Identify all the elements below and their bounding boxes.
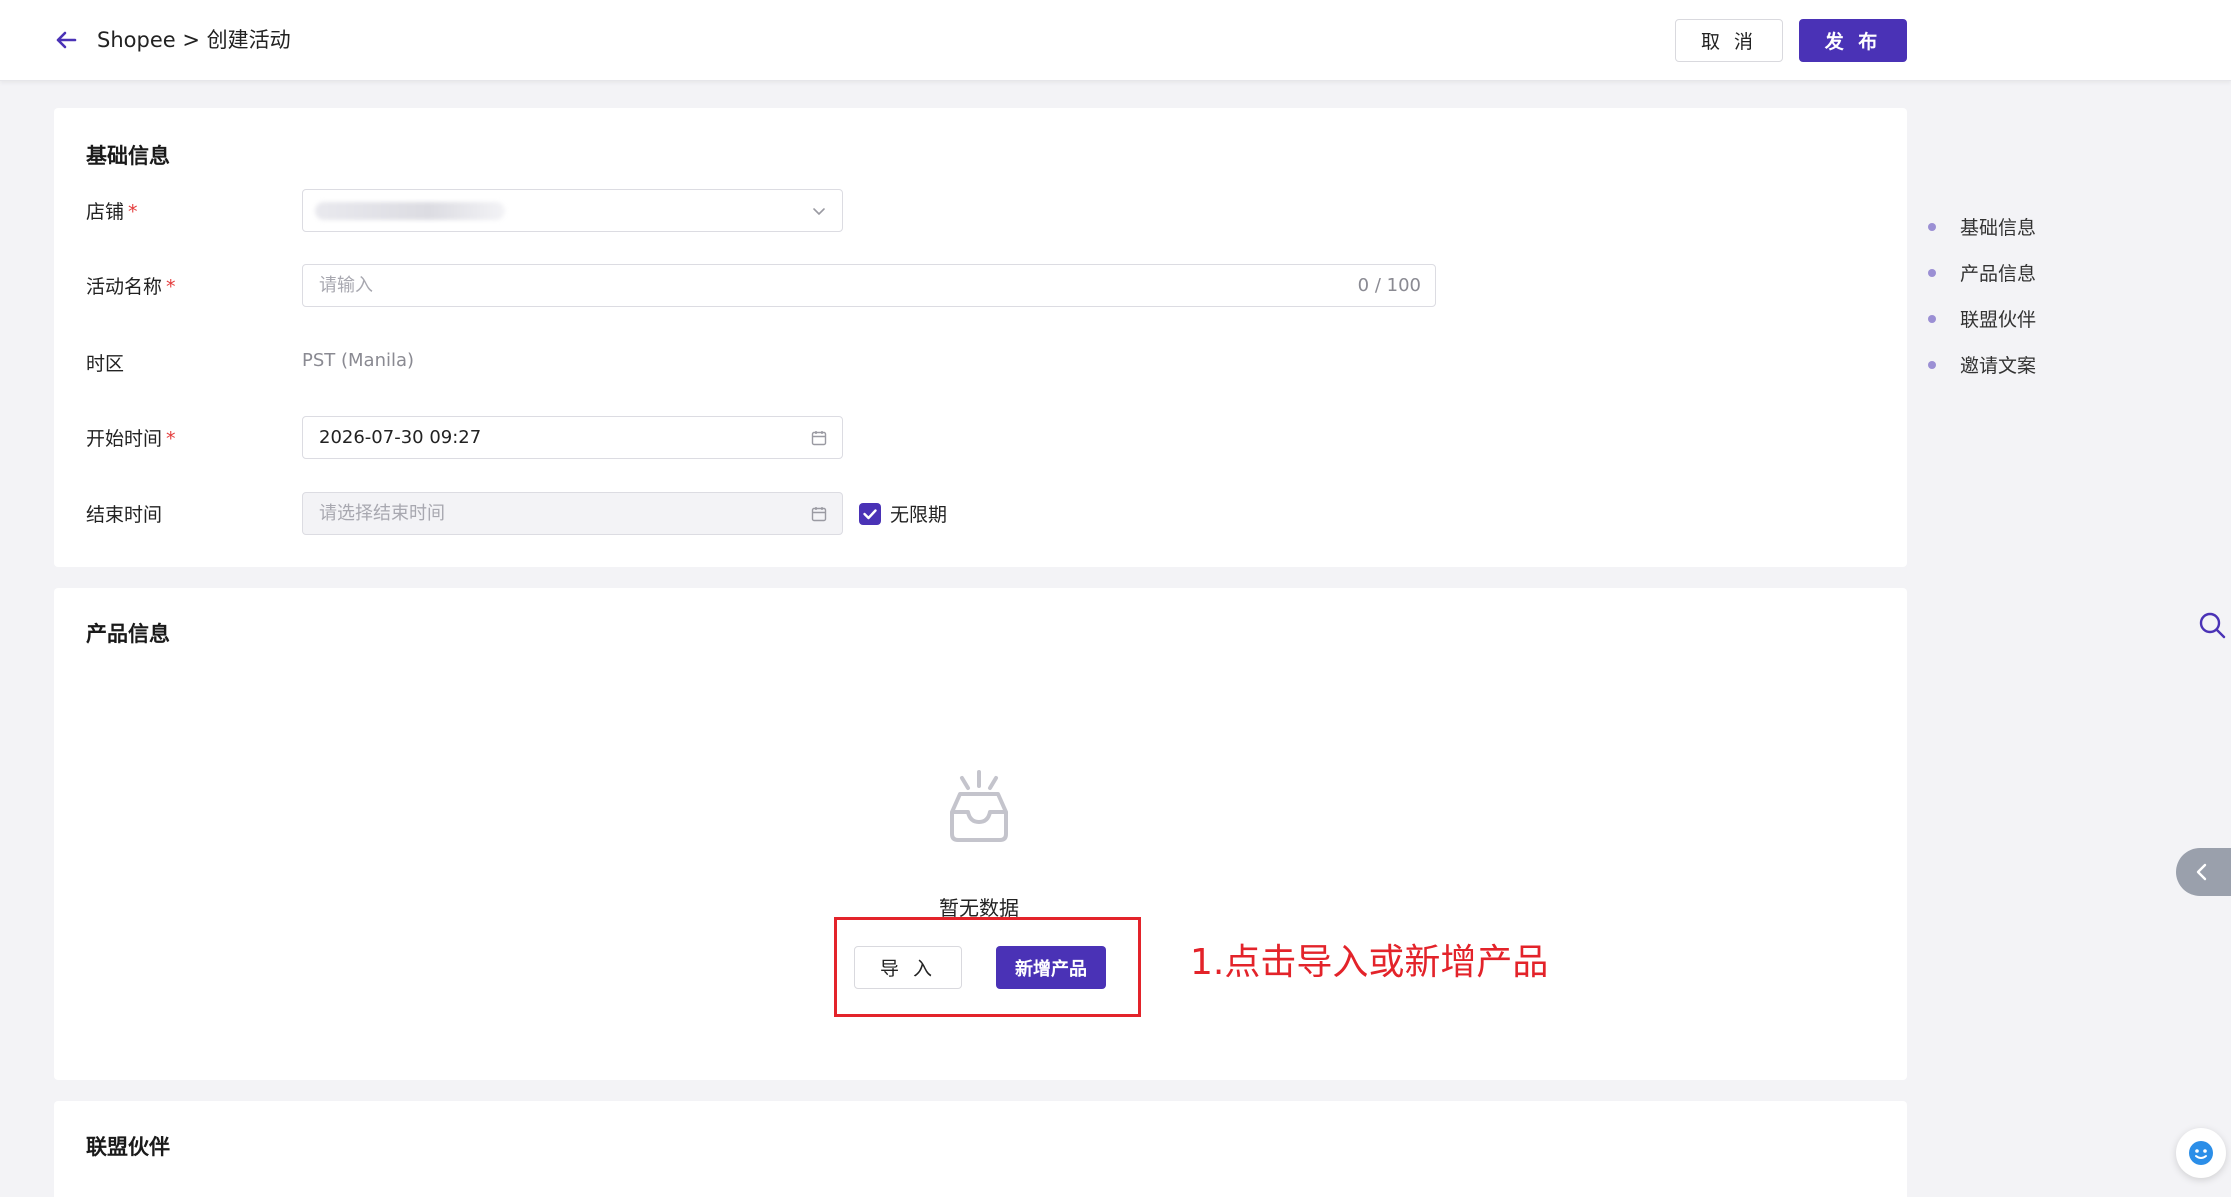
anchor-dot	[1928, 222, 1936, 231]
back-arrow-icon[interactable]	[50, 24, 82, 56]
empty-inbox-icon	[950, 770, 1008, 842]
calendar-icon	[811, 507, 827, 522]
shop-value-blurred	[315, 202, 505, 220]
end-time-placeholder: 请选择结束时间	[319, 503, 445, 524]
start-time-value: 2026-07-30 09:27	[319, 427, 482, 448]
activity-name-placeholder: 请输入	[319, 275, 373, 296]
unlimited-checkbox[interactable]	[859, 503, 881, 525]
chevron-left-icon	[2196, 863, 2207, 881]
activity-name-input[interactable]: 请输入 0 / 100	[302, 264, 1436, 307]
timezone-value: PST (Manila)	[302, 350, 415, 371]
timezone-label: 时区	[86, 353, 125, 375]
anchor-dot	[1928, 314, 1936, 323]
annotation-text: 1.点击导入或新增产品	[1190, 942, 1549, 983]
anchor-partners[interactable]: 联盟伙伴	[1928, 305, 2036, 332]
shop-select[interactable]	[302, 189, 843, 232]
product-info-card: 产品信息 暂无数据 导 入 新增产品 1.点击导入或新增产品	[54, 588, 1907, 1080]
search-icon[interactable]	[2196, 609, 2228, 641]
partners-title: 联盟伙伴	[86, 1135, 170, 1159]
partners-card: 联盟伙伴	[54, 1101, 1907, 1197]
char-counter: 0 / 100	[1357, 275, 1421, 296]
product-info-title: 产品信息	[86, 622, 170, 646]
chevron-down-icon	[813, 208, 825, 216]
unlimited-label[interactable]: 无限期	[890, 500, 947, 527]
side-panel-toggle[interactable]	[2176, 848, 2231, 896]
assistant-face-icon	[2189, 1141, 2213, 1165]
anchor-dot	[1928, 360, 1936, 369]
start-time-picker[interactable]: 2026-07-30 09:27	[302, 416, 843, 459]
cancel-button[interactable]: 取 消	[1675, 19, 1783, 62]
anchor-dot	[1928, 268, 1936, 277]
end-time-label: 结束时间	[86, 504, 163, 526]
calendar-icon	[811, 431, 827, 446]
basic-info-title: 基础信息	[86, 144, 170, 168]
assistant-avatar[interactable]	[2176, 1128, 2226, 1178]
shop-label: 店铺 *	[86, 201, 138, 223]
anchor-invite-copy[interactable]: 邀请文案	[1928, 351, 2036, 378]
required-mark: *	[166, 276, 176, 298]
end-time-picker[interactable]: 请选择结束时间	[302, 492, 843, 535]
required-mark: *	[166, 428, 176, 450]
anchor-product-info[interactable]: 产品信息	[1928, 259, 2036, 286]
check-icon	[863, 509, 877, 520]
basic-info-card: 基础信息 店铺 * 活动名称 * 请输入 0 / 100 时区 PST (Manil…	[54, 108, 1907, 567]
add-product-button[interactable]: 新增产品	[996, 946, 1106, 989]
import-button[interactable]: 导 入	[854, 946, 962, 989]
required-mark: *	[128, 201, 138, 223]
anchor-basic-info[interactable]: 基础信息	[1928, 213, 2036, 240]
activity-name-label: 活动名称 *	[86, 276, 176, 298]
start-time-label: 开始时间 *	[86, 428, 176, 450]
top-header: Shopee > 创建活动 取 消 发 布	[0, 0, 2231, 81]
breadcrumb: Shopee > 创建活动	[97, 28, 291, 52]
publish-button[interactable]: 发 布	[1799, 19, 1907, 62]
